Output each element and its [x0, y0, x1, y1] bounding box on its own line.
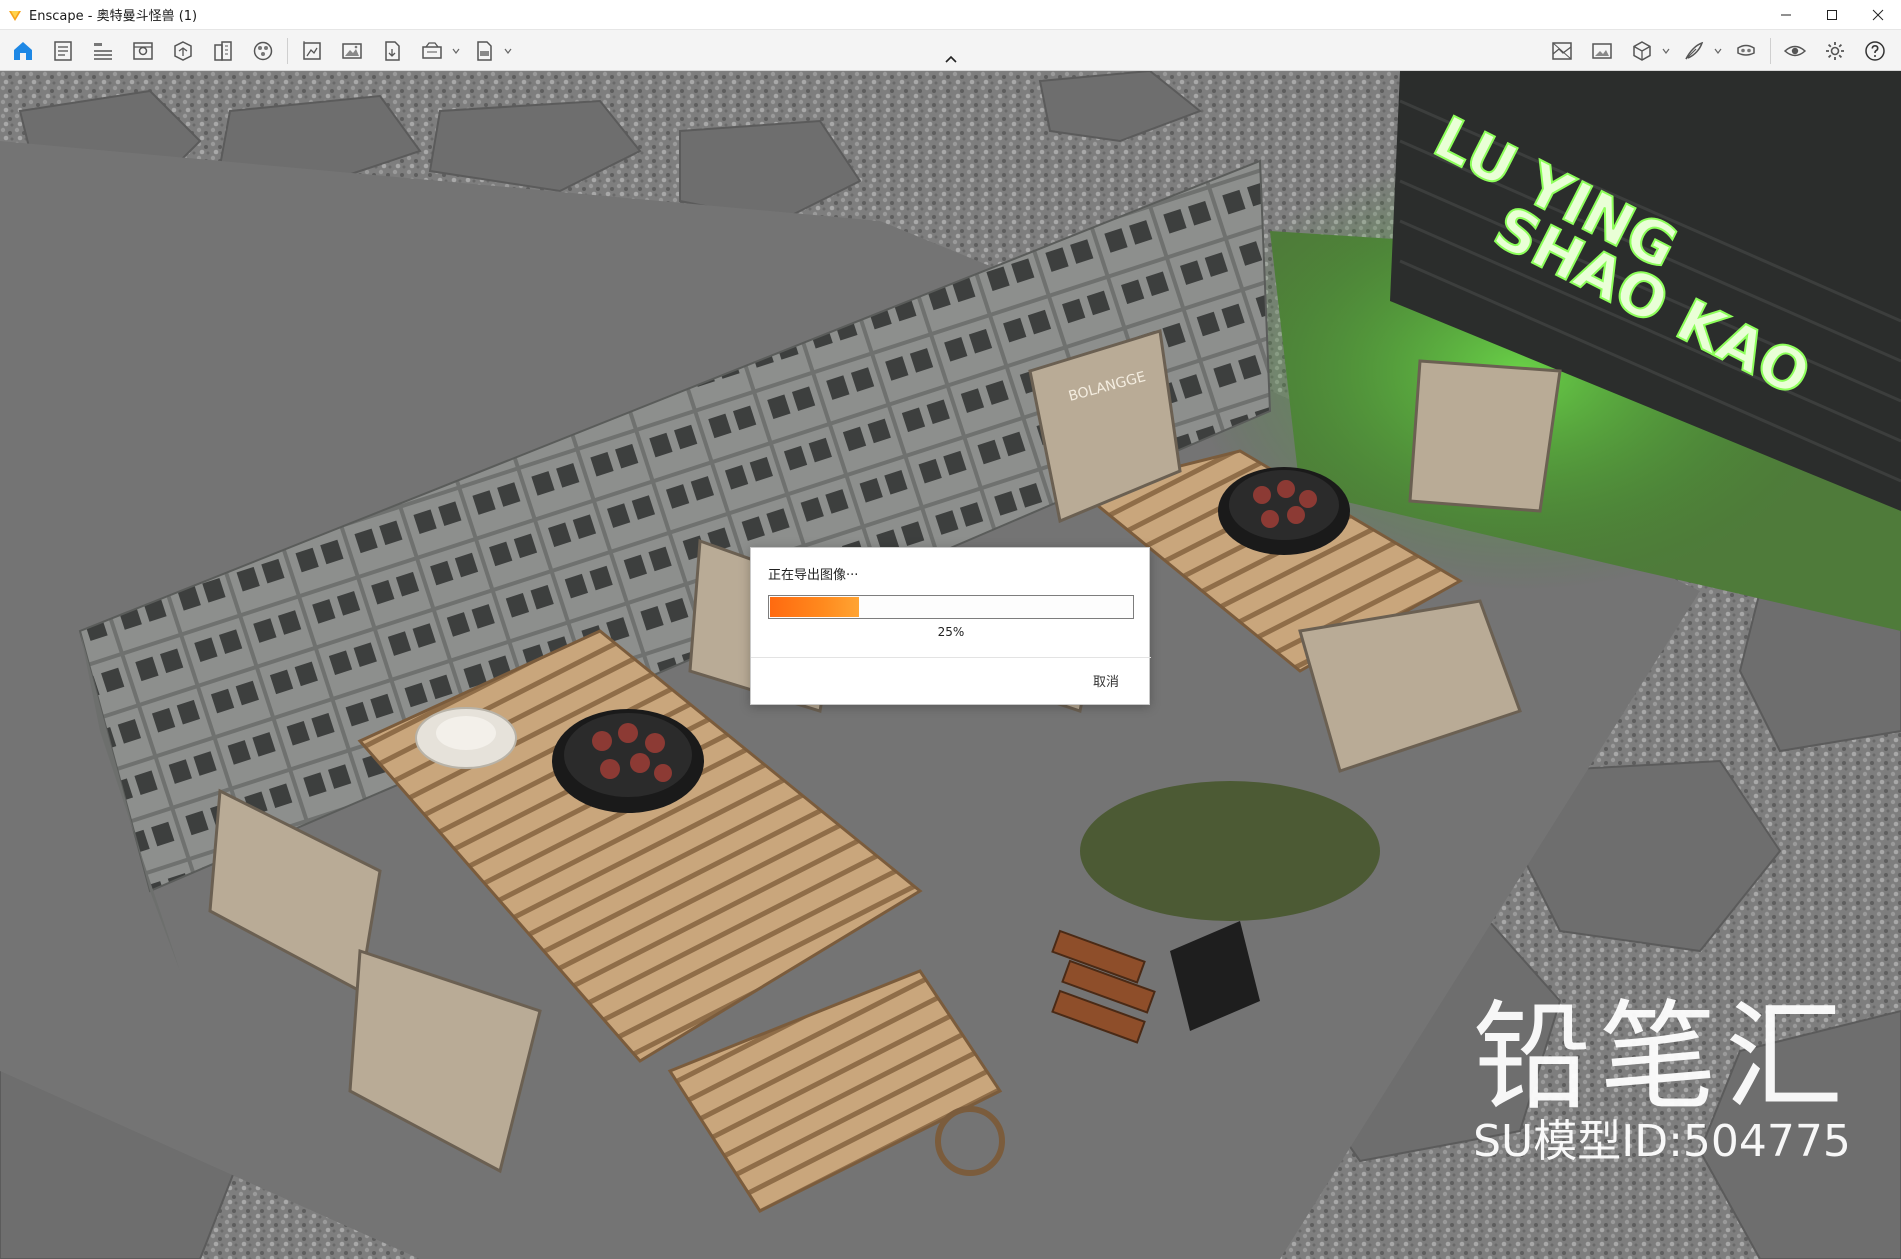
- view-button[interactable]: [126, 34, 160, 68]
- help-icon: [1865, 40, 1885, 61]
- view-icon: [133, 41, 153, 60]
- feather-button[interactable]: [1677, 34, 1711, 68]
- exe-export-button[interactable]: [467, 34, 501, 68]
- screenshot-button[interactable]: [335, 34, 369, 68]
- views-manager-button[interactable]: [295, 34, 329, 68]
- export-progress-dialog: 正在导出图像··· 25% 取消: [750, 547, 1151, 705]
- vr-headset-button[interactable]: [1729, 34, 1763, 68]
- toolbar-right-group: [1542, 30, 1895, 71]
- front-grill: [552, 709, 704, 813]
- material-icon: [253, 41, 273, 60]
- batch-render-dropdown[interactable]: [415, 34, 461, 68]
- close-icon: [1872, 9, 1884, 21]
- maximize-button[interactable]: [1809, 0, 1855, 30]
- export-icon: [385, 40, 400, 61]
- cube-icon: [1633, 40, 1651, 61]
- gear-icon: [1826, 41, 1844, 60]
- chevron-down-icon: [1662, 48, 1670, 54]
- chevron-down-icon: [452, 48, 460, 54]
- batch-render-button[interactable]: [415, 34, 449, 68]
- help-button[interactable]: [1858, 34, 1892, 68]
- cube-button[interactable]: [1625, 34, 1659, 68]
- home-button[interactable]: [6, 34, 40, 68]
- bim-button[interactable]: [86, 34, 120, 68]
- vr-headset-icon: [1737, 44, 1755, 56]
- maximize-icon: [1827, 10, 1837, 20]
- views-manager-icon: [303, 40, 321, 60]
- image-settings-icon: [1592, 42, 1612, 59]
- feather-dropdown[interactable]: [1677, 34, 1723, 68]
- building-icon: [214, 40, 232, 61]
- title-bar: Enscape - 奥特曼斗怪兽 (1): [0, 0, 1901, 30]
- toolbar-separator: [1770, 37, 1771, 64]
- image-settings-button[interactable]: [1585, 34, 1619, 68]
- home-icon: [14, 41, 32, 60]
- export-button[interactable]: [375, 34, 409, 68]
- cancel-button[interactable]: 取消: [1093, 671, 1119, 690]
- toolbar-left-group: [0, 30, 516, 71]
- enscape-logo-icon: [9, 10, 21, 21]
- eye-icon: [1783, 45, 1807, 56]
- grass-plant: [1080, 781, 1380, 921]
- batch-render-icon: [422, 41, 442, 59]
- export-message: 正在导出图像···: [768, 568, 859, 583]
- exe-export-dropdown[interactable]: [467, 34, 513, 68]
- close-button[interactable]: [1855, 0, 1901, 30]
- document-icon: [54, 40, 72, 61]
- progress-bar-fill: [770, 597, 859, 617]
- settings-button[interactable]: [1818, 34, 1852, 68]
- atmosphere-icon: [1552, 41, 1572, 60]
- cube-dropdown[interactable]: [1625, 34, 1671, 68]
- progress-bar: [768, 595, 1134, 619]
- exe-export-icon: [477, 40, 492, 61]
- collapse-toolbar-icon[interactable]: [940, 52, 962, 66]
- document-name: 奥特曼斗怪兽 (1): [96, 9, 198, 24]
- asset-library-button[interactable]: [166, 34, 200, 68]
- atmosphere-button[interactable]: [1545, 34, 1579, 68]
- progress-percentage: 25%: [937, 625, 965, 639]
- app-name: Enscape: [29, 9, 84, 24]
- title-separator: -: [83, 9, 97, 24]
- back-grill: [1218, 467, 1350, 555]
- minimize-button[interactable]: [1763, 0, 1809, 30]
- asset-library-icon: [174, 40, 192, 61]
- minimize-icon: [1781, 14, 1791, 16]
- dialog-divider: [751, 657, 1151, 658]
- chevron-down-icon: [504, 48, 512, 54]
- window-title: Enscape - 奥特曼斗怪兽 (1): [29, 5, 197, 24]
- chevron-down-icon: [1714, 48, 1722, 54]
- bim-icon: [94, 42, 112, 60]
- document-button[interactable]: [46, 34, 80, 68]
- material-button[interactable]: [246, 34, 280, 68]
- eye-button[interactable]: [1778, 34, 1812, 68]
- feather-icon: [1685, 41, 1704, 59]
- plate-top: [436, 716, 496, 750]
- building-button[interactable]: [206, 34, 240, 68]
- screenshot-icon: [342, 42, 362, 59]
- toolbar-separator: [287, 37, 288, 64]
- window-controls: [1763, 0, 1901, 30]
